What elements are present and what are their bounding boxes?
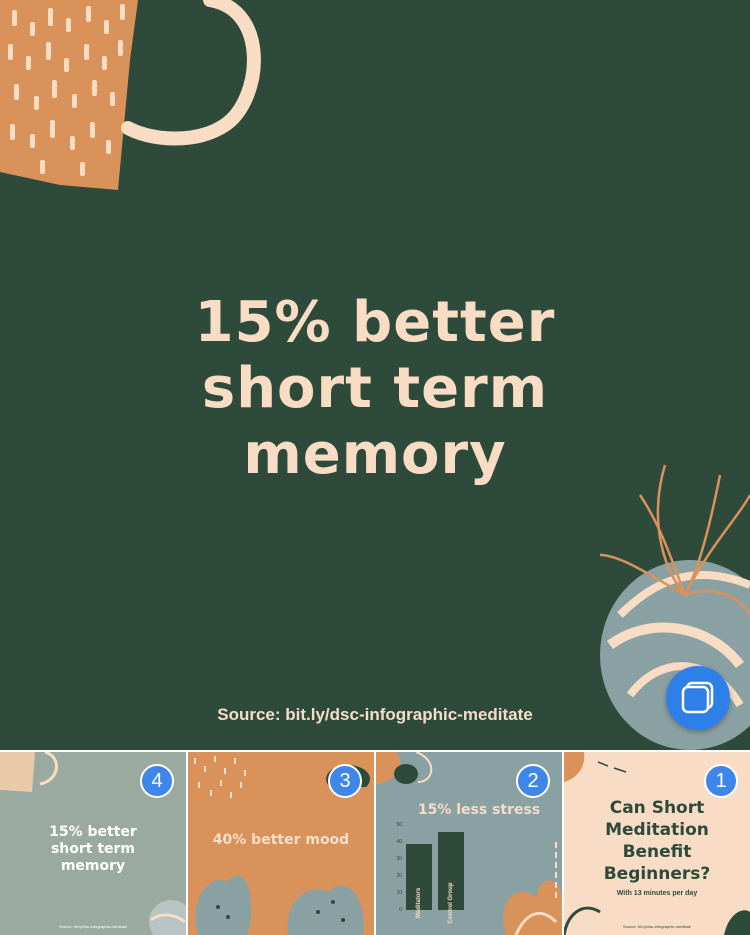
- thumbnail-slide-4[interactable]: 15% better short term memory Source: bit…: [0, 752, 186, 935]
- thumbnail-subtitle: With 13 minutes per day: [616, 890, 698, 897]
- chart-y-tick: 10: [396, 890, 402, 896]
- thumbnail-source: Source: bit.ly/dsc-infographic-meditate: [58, 924, 128, 929]
- thumbnail-strip: 15% better short term memory Source: bit…: [0, 750, 750, 935]
- main-slide[interactable]: 15% better short term memory Source: bit…: [0, 0, 750, 750]
- thumbnail-text: 15% better short term memory: [0, 824, 186, 875]
- thumbnail-text: 15% less stress: [417, 802, 541, 818]
- thumbnail-slide-2[interactable]: 15% less stress 50 40 30 20 10 0 Meditat…: [376, 752, 562, 935]
- thumbnail-title-line: Beginners?: [603, 864, 711, 884]
- leaf-decoration: [564, 906, 750, 935]
- orange-speckled-shape: [0, 752, 58, 792]
- headline-line: short term: [201, 356, 549, 421]
- chart-y-tick: 50: [396, 822, 402, 828]
- leaf-decoration: [195, 875, 364, 935]
- chart-y-tick: 0: [399, 907, 402, 913]
- thumbnail-text-line: memory: [60, 858, 126, 874]
- thumbnail-title-line: Benefit: [622, 842, 692, 862]
- chart-bar-control-group: Control Group: [438, 832, 464, 924]
- chart-bar-label: Control Group: [448, 882, 454, 924]
- chart-y-tick: 40: [396, 839, 402, 845]
- chart-bar-meditators: Meditators: [406, 844, 432, 918]
- slide-number-badge: 2: [516, 764, 550, 798]
- multiple-images-icon: [681, 681, 714, 714]
- headline-line: 15% better: [194, 290, 556, 355]
- thumbnail-text: 40% better mood: [212, 832, 350, 848]
- thumbnail-text-line: short term: [50, 841, 136, 857]
- orange-speckled-shape: [0, 0, 261, 190]
- green-blob: [376, 752, 433, 784]
- chart-y-tick: 30: [396, 856, 402, 862]
- speckle-pattern: [194, 756, 246, 798]
- chart-bar-label: Meditators: [416, 887, 422, 919]
- slide-number-badge: 1: [704, 764, 738, 798]
- chart-y-tick: 20: [396, 873, 402, 879]
- thumbnail-slide-1[interactable]: Can Short Meditation Benefit Beginners? …: [564, 752, 750, 935]
- thumbnail-slide-3[interactable]: 40% better mood 3: [188, 752, 374, 935]
- slide-number-badge: 3: [328, 764, 362, 798]
- thumbnail-title-line: Meditation: [605, 820, 709, 840]
- thumbnail-source: Source: bit.ly/dsc-infographic-meditate: [622, 924, 692, 929]
- slide-number-badge: 4: [140, 764, 174, 798]
- orange-leaf-decoration: [564, 752, 627, 782]
- thumbnail-title: Can Short Meditation Benefit Beginners?: [564, 797, 750, 885]
- thumbnail-text-line: 15% better: [49, 824, 137, 840]
- plant-decoration: [503, 842, 562, 935]
- multiple-images-button[interactable]: [666, 666, 730, 730]
- main-source-text: Source: bit.ly/dsc-infographic-meditate: [217, 705, 533, 724]
- thumbnail-title-line: Can Short: [609, 798, 705, 818]
